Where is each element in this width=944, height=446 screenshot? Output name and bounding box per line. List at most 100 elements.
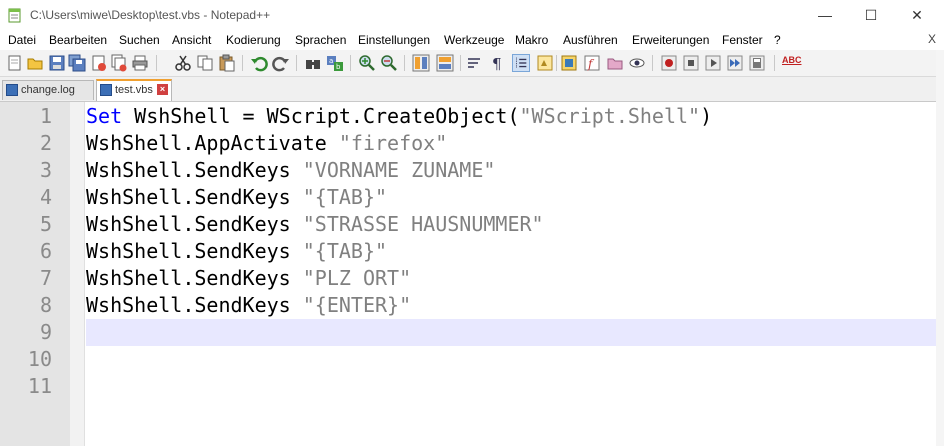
code-text[interactable] bbox=[86, 373, 936, 400]
record-macro-icon[interactable] bbox=[660, 54, 678, 72]
file-icon bbox=[6, 84, 18, 96]
menu-ansicht[interactable]: Ansicht bbox=[172, 33, 211, 47]
zoom-out-icon[interactable] bbox=[380, 54, 398, 72]
word-wrap-icon[interactable] bbox=[466, 54, 484, 72]
doc-map-icon[interactable] bbox=[560, 54, 578, 72]
code-text[interactable]: WshShell.SendKeys "PLZ ORT" bbox=[86, 265, 936, 292]
code-line[interactable]: 6 WshShell.SendKeys "{TAB}" bbox=[0, 238, 936, 265]
menu-erweiterungen[interactable]: Erweiterungen bbox=[632, 33, 709, 47]
editor-area[interactable]: 1 Set WshShell = WScript.CreateObject("WS… bbox=[0, 102, 936, 446]
toolbar-separator bbox=[350, 55, 351, 71]
line-number: 4 bbox=[39, 185, 52, 209]
print-icon[interactable] bbox=[131, 54, 149, 72]
code-text[interactable]: WshShell.SendKeys "{ENTER}" bbox=[86, 292, 936, 319]
menu-datei[interactable]: Datei bbox=[8, 33, 36, 47]
menu-kodierung[interactable]: Kodierung bbox=[226, 33, 281, 47]
menu-suchen[interactable]: Suchen bbox=[119, 33, 160, 47]
code-text[interactable]: WshShell.SendKeys "{TAB}" bbox=[86, 238, 936, 265]
code-text[interactable] bbox=[86, 346, 936, 373]
spellcheck-icon[interactable]: ABC bbox=[782, 55, 804, 73]
code-text[interactable] bbox=[86, 319, 936, 346]
close-file-icon[interactable] bbox=[90, 54, 108, 72]
menu-ausfuehren[interactable]: Ausführen bbox=[563, 33, 618, 47]
menu-werkzeuge[interactable]: Werkzeuge bbox=[444, 33, 504, 47]
string-token: "{ENTER}" bbox=[302, 293, 412, 317]
folder-workspace-icon[interactable] bbox=[606, 54, 624, 72]
code-line[interactable]: 9 bbox=[0, 319, 936, 346]
window-title: C:\Users\miwe\Desktop\test.vbs - Notepad… bbox=[30, 8, 271, 22]
close-document-button[interactable]: X bbox=[928, 32, 936, 46]
code-line[interactable]: 10 bbox=[0, 346, 936, 373]
code-token: WshShell.SendKeys bbox=[86, 239, 303, 263]
code-token: WshShell.SendKeys bbox=[86, 293, 303, 317]
indent-guide-icon[interactable] bbox=[512, 54, 530, 72]
code-line[interactable]: 7 WshShell.SendKeys "PLZ ORT" bbox=[0, 265, 936, 292]
maximize-button[interactable]: ☐ bbox=[848, 0, 894, 30]
open-file-icon[interactable] bbox=[26, 54, 44, 72]
cut-icon[interactable] bbox=[174, 54, 192, 72]
code-line[interactable]: 3 WshShell.SendKeys "VORNAME ZUNAME" bbox=[0, 157, 936, 184]
string-token: "{TAB}" bbox=[302, 185, 388, 209]
save-all-icon[interactable] bbox=[68, 54, 86, 72]
code-token: WshShell.SendKeys bbox=[86, 212, 303, 236]
code-line[interactable]: 5 WshShell.SendKeys "STRASSE HAUSNUMMER" bbox=[0, 211, 936, 238]
close-all-icon[interactable] bbox=[110, 54, 128, 72]
toolbar-separator bbox=[652, 55, 653, 71]
line-number: 3 bbox=[39, 158, 52, 182]
menu-einstellungen[interactable]: Einstellungen bbox=[358, 33, 430, 47]
maximize-icon: ☐ bbox=[864, 6, 878, 23]
function-list-icon[interactable]: f bbox=[583, 54, 601, 72]
tab-label: test.vbs bbox=[115, 84, 153, 96]
string-token: "STRASSE HAUSNUMMER" bbox=[302, 212, 544, 236]
sync-h-icon[interactable] bbox=[436, 54, 454, 72]
code-line[interactable]: 2 WshShell.AppActivate "firefox" bbox=[0, 130, 936, 157]
save-icon[interactable] bbox=[48, 54, 66, 72]
save-macro-icon[interactable] bbox=[748, 54, 766, 72]
udl-icon[interactable] bbox=[536, 54, 554, 72]
replace-icon[interactable]: ab bbox=[326, 54, 344, 72]
menu-makro[interactable]: Makro bbox=[515, 33, 548, 47]
code-line[interactable]: 11 bbox=[0, 373, 936, 400]
zoom-in-icon[interactable] bbox=[358, 54, 376, 72]
string-token: "VORNAME ZUNAME" bbox=[302, 158, 496, 182]
menu-help[interactable]: ? bbox=[774, 33, 781, 47]
code-line[interactable]: 4 WshShell.SendKeys "{TAB}" bbox=[0, 184, 936, 211]
copy-icon[interactable] bbox=[196, 54, 214, 72]
code-text[interactable]: WshShell.SendKeys "VORNAME ZUNAME" bbox=[86, 157, 936, 184]
tab-label: change.log bbox=[21, 84, 75, 96]
monitor-icon[interactable] bbox=[628, 54, 646, 72]
play-macro-icon[interactable] bbox=[704, 54, 722, 72]
close-button[interactable]: ✕ bbox=[894, 0, 940, 30]
string-token: "firefox" bbox=[338, 131, 448, 155]
line-number: 7 bbox=[39, 266, 52, 290]
new-file-icon[interactable] bbox=[6, 54, 24, 72]
tab-change-log[interactable]: change.log bbox=[2, 80, 94, 100]
code-line[interactable]: 8 WshShell.SendKeys "{ENTER}" bbox=[0, 292, 936, 319]
code-text[interactable]: WshShell.SendKeys "{TAB}" bbox=[86, 184, 936, 211]
code-token: ) bbox=[700, 104, 713, 128]
find-icon[interactable] bbox=[304, 54, 322, 72]
string-token: "{TAB}" bbox=[302, 239, 388, 263]
toolbar-separator bbox=[156, 55, 157, 71]
show-all-chars-icon[interactable]: ¶ bbox=[488, 54, 506, 72]
code-text[interactable]: WshShell.SendKeys "STRASSE HAUSNUMMER" bbox=[86, 211, 936, 238]
tab-close-icon[interactable]: × bbox=[157, 84, 168, 95]
menu-fenster[interactable]: Fenster bbox=[722, 33, 763, 47]
code-text[interactable]: Set WshShell = WScript.CreateObject("WSc… bbox=[86, 103, 936, 130]
undo-icon[interactable] bbox=[250, 54, 268, 72]
minimize-button[interactable]: — bbox=[802, 0, 848, 30]
redo-icon[interactable] bbox=[272, 54, 290, 72]
sync-v-icon[interactable] bbox=[412, 54, 430, 72]
toolbar-separator bbox=[404, 55, 405, 71]
code-text[interactable]: WshShell.AppActivate "firefox" bbox=[86, 130, 936, 157]
paste-icon[interactable] bbox=[218, 54, 236, 72]
code-line[interactable]: 1 Set WshShell = WScript.CreateObject("WS… bbox=[0, 103, 936, 130]
vertical-scrollbar[interactable] bbox=[936, 50, 944, 446]
menu-bearbeiten[interactable]: Bearbeiten bbox=[49, 33, 107, 47]
run-macro-multiple-icon[interactable] bbox=[726, 54, 744, 72]
code-token: WshShell.SendKeys bbox=[86, 185, 303, 209]
menu-sprachen[interactable]: Sprachen bbox=[295, 33, 346, 47]
stop-macro-icon[interactable] bbox=[682, 54, 700, 72]
tab-test-vbs[interactable]: test.vbs × bbox=[96, 79, 172, 101]
toolbar-separator bbox=[460, 55, 461, 71]
